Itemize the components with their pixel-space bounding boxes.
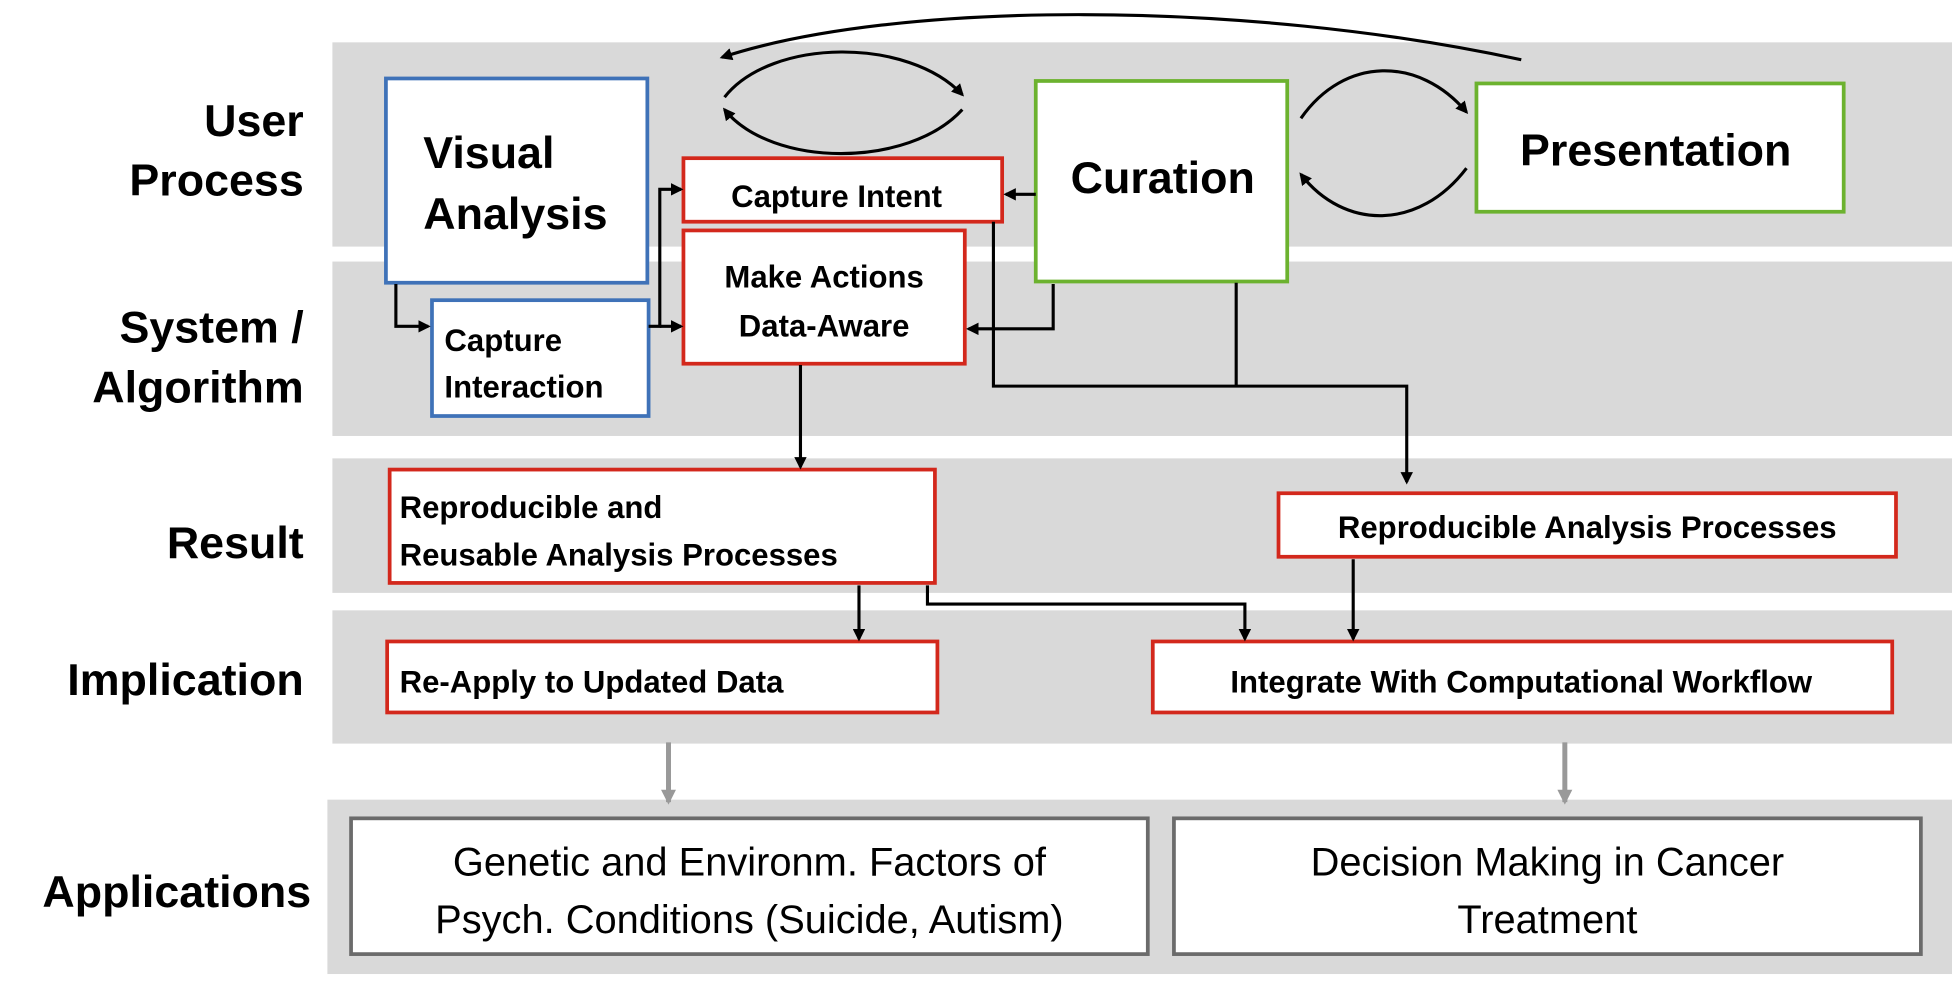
row-label-applications: Applications xyxy=(42,867,311,917)
make-actions-box xyxy=(681,228,967,366)
reproducible-analysis-label: Reproducible Analysis Processes xyxy=(1338,510,1837,545)
app-cancer-label-2: Treatment xyxy=(1457,898,1637,942)
row-label-result: Result xyxy=(167,518,304,568)
reapply-label: Re-Apply to Updated Data xyxy=(400,665,784,700)
presentation-label: Presentation xyxy=(1520,126,1791,176)
make-actions-label-2: Data-Aware xyxy=(739,308,910,343)
integrate-label: Integrate With Computational Workflow xyxy=(1230,665,1812,700)
make-actions-label: Make Actions xyxy=(724,260,923,295)
row-label-user: User xyxy=(204,96,304,146)
app-genetic-label-2: Psych. Conditions (Suicide, Autism) xyxy=(435,898,1063,942)
visual-analysis-box xyxy=(384,76,650,285)
diagram: User Process System / Algorithm Result I… xyxy=(42,13,1952,975)
app-genetic-label: Genetic and Environm. Factors of xyxy=(453,841,1047,885)
row-label-algorithm: Algorithm xyxy=(92,362,304,412)
visual-analysis-label: Visual xyxy=(423,128,554,178)
row-label-system: System / xyxy=(119,303,304,353)
row-label-process: Process xyxy=(129,156,303,206)
capture-interaction-label-2: Interaction xyxy=(444,369,603,404)
capture-intent-label: Capture Intent xyxy=(731,179,942,214)
visual-analysis-label-2: Analysis xyxy=(423,189,607,239)
reproducible-reusable-label-2: Reusable Analysis Processes xyxy=(400,537,838,572)
row-label-implication: Implication xyxy=(67,655,303,705)
reproducible-reusable-label: Reproducible and xyxy=(400,490,663,525)
curation-label: Curation xyxy=(1071,153,1255,203)
app-cancer-label: Decision Making in Cancer xyxy=(1311,841,1785,885)
capture-interaction-label: Capture xyxy=(444,323,562,358)
